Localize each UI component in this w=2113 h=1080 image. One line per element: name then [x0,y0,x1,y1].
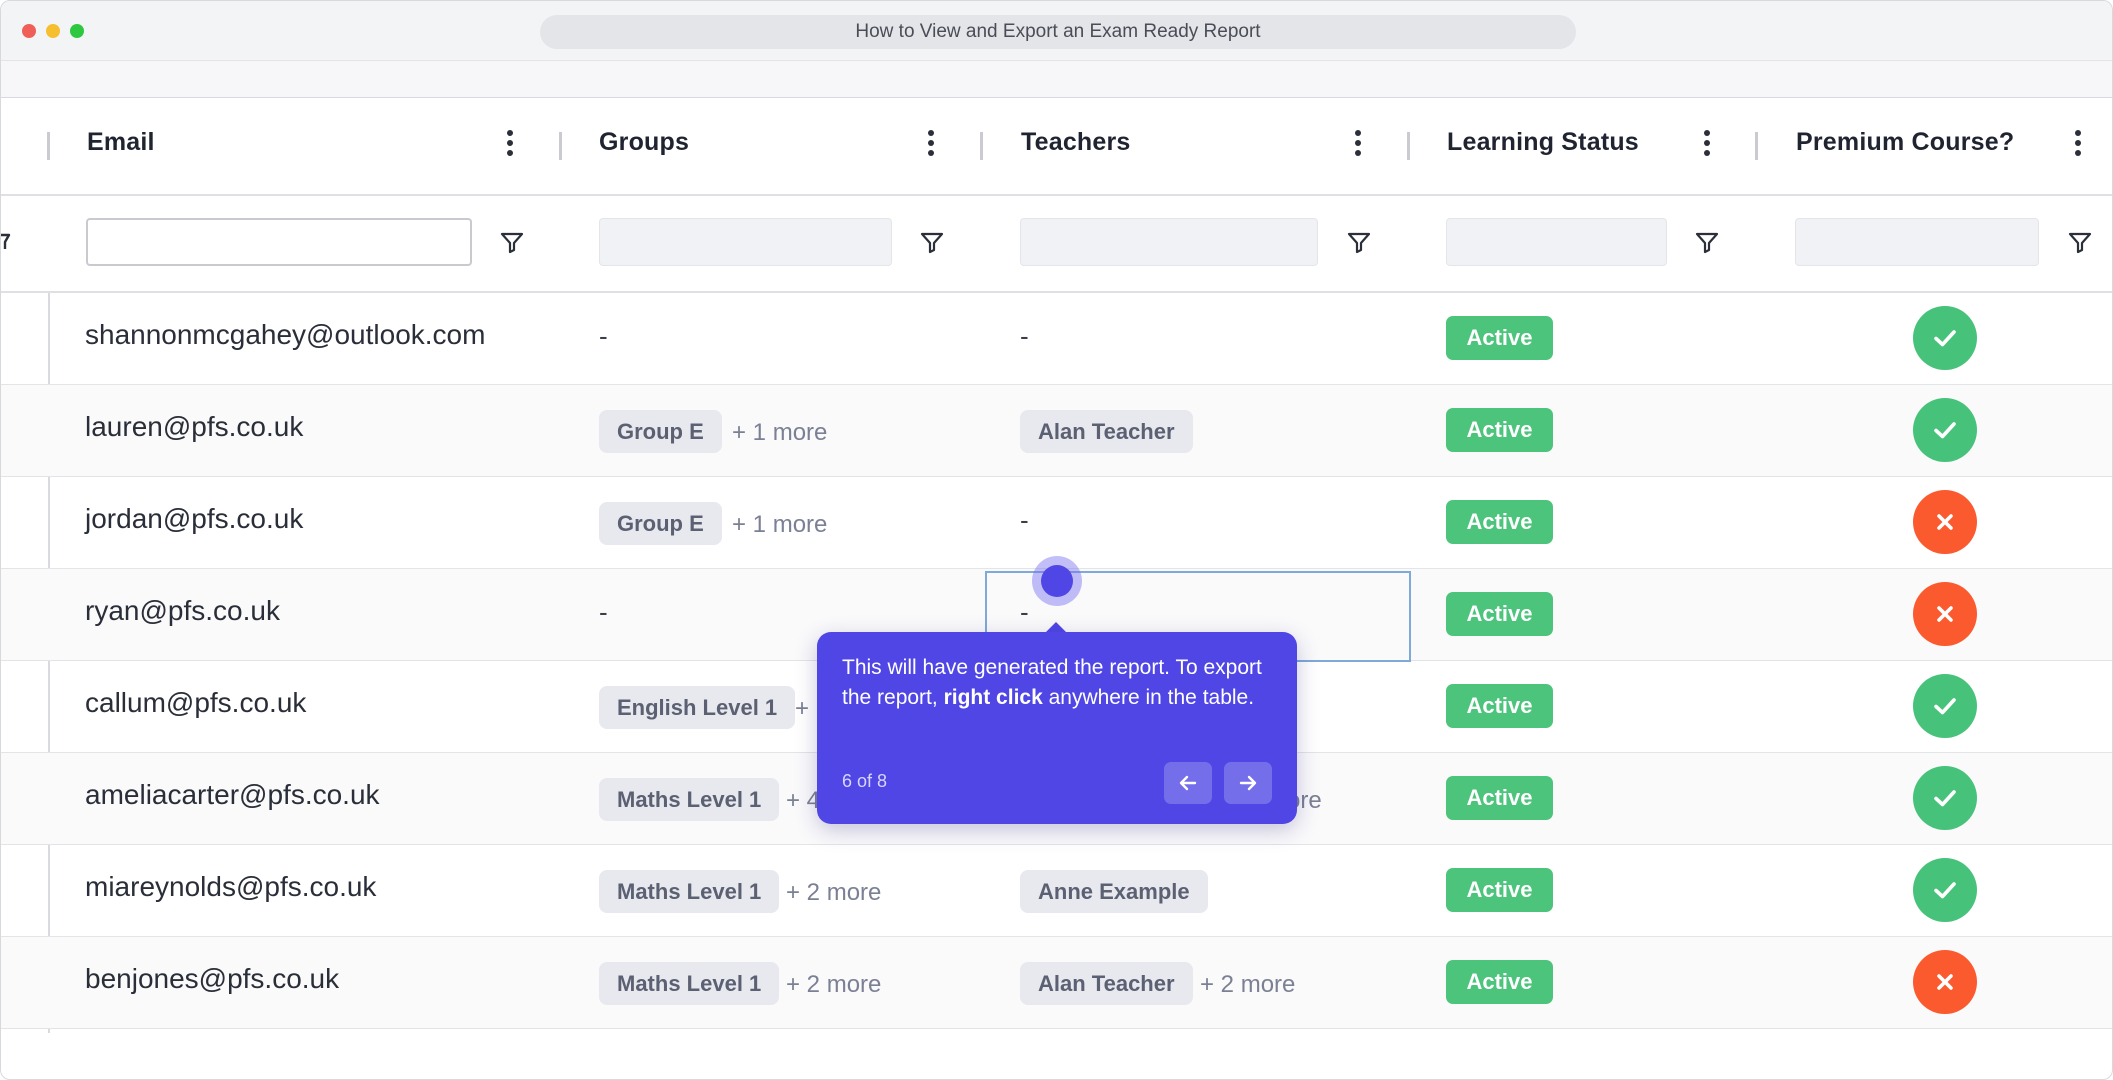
status-badge: Active [1446,960,1553,1004]
column-header-email[interactable]: Email [87,128,155,157]
tooltip-previous-button[interactable] [1164,762,1212,804]
premium-yes-icon [1913,674,1977,738]
arrow-left-icon [1179,775,1197,791]
email-cell: jordan@pfs.co.uk [85,503,304,534]
table-row[interactable]: benjones@pfs.co.uk Maths Level 1 + 2 mor… [1,937,2112,1029]
table-filter-row [1,196,2112,293]
teachers-cell-empty: - [1020,321,1029,351]
learning-status-filter-input[interactable] [1446,218,1667,266]
column-resize-handle[interactable] [1407,132,1410,160]
column-resize-handle[interactable] [980,132,983,160]
teachers-filter-input[interactable] [1020,218,1318,266]
email-cell: ameliacarter@pfs.co.uk [85,779,380,810]
table-row[interactable]: shannonmcgahey@outlook.com - - Active [1,293,2112,385]
email-cell: callum@pfs.co.uk [85,687,307,718]
close-window-button[interactable] [22,24,36,38]
status-badge: Active [1446,316,1553,360]
premium-no-icon [1913,950,1977,1014]
browser-window: How to View and Export an Exam Ready Rep… [0,0,2113,1080]
premium-no-icon [1913,490,1977,554]
column-header-learning-status[interactable]: Learning Status [1447,128,1639,157]
column-resize-handle[interactable] [47,132,50,160]
groups-cell-empty: - [599,321,608,351]
column-header-premium-course[interactable]: Premium Course? [1796,128,2014,157]
table-row[interactable]: lauren@pfs.co.uk Group E + 1 more Alan T… [1,385,2112,477]
status-badge: Active [1446,868,1553,912]
groups-more-link[interactable]: + 2 more [786,879,881,907]
column-header-groups[interactable]: Groups [599,128,689,157]
arrow-right-icon [1239,775,1257,791]
teachers-more-link[interactable]: + 2 more [1200,971,1295,999]
teacher-chip: Alan Teacher [1020,410,1193,453]
premium-course-filter-input[interactable] [1795,218,2039,266]
group-chip: Maths Level 1 [599,778,780,821]
email-cell: shannonmcgahey@outlook.com [85,319,486,350]
premium-yes-icon [1913,398,1977,462]
hotspot-beacon[interactable] [1041,565,1073,597]
premium-course-column-menu-icon[interactable] [2074,130,2082,156]
learning-status-column-menu-icon[interactable] [1703,130,1711,156]
email-cell: ryan@pfs.co.uk [85,595,280,626]
status-badge: Active [1446,592,1553,636]
group-chip: Maths Level 1 [599,962,780,1005]
table-header-row: Email Groups Teachers Learning Status Pr… [1,98,2112,196]
column-resize-handle[interactable] [559,132,562,160]
groups-cell-empty: - [599,597,608,627]
group-chip: Group E [599,410,722,453]
group-chip: Maths Level 1 [599,870,780,913]
email-filter-input[interactable] [86,218,472,266]
column-resize-handle[interactable] [1755,132,1758,160]
tooltip-message: This will have generated the report. To … [842,656,1262,709]
teachers-cell-empty: - [1020,505,1029,535]
toolbar-strip [1,61,2112,98]
premium-course-filter-icon[interactable] [2067,229,2093,255]
status-badge: Active [1446,408,1553,452]
status-badge: Active [1446,684,1553,728]
maximize-window-button[interactable] [70,24,84,38]
table-row[interactable]: miareynolds@pfs.co.uk Maths Level 1 + 2 … [1,845,2112,937]
email-cell: benjones@pfs.co.uk [85,963,340,994]
walkthrough-tooltip: This will have generated the report. To … [817,632,1297,824]
groups-more-link[interactable]: + 1 more [732,511,827,539]
teacher-chip: Alan Teacher [1020,962,1193,1005]
premium-yes-icon [1913,858,1977,922]
groups-more-link[interactable]: + 1 more [732,419,827,447]
email-cell: lauren@pfs.co.uk [85,411,304,442]
premium-yes-icon [1913,766,1977,830]
window-title: How to View and Export an Exam Ready Rep… [540,15,1576,49]
minimize-window-button[interactable] [46,24,60,38]
title-bar: How to View and Export an Exam Ready Rep… [1,1,2112,61]
groups-filter-icon[interactable] [919,229,945,255]
groups-more-link[interactable]: + 4 [786,787,820,815]
teacher-chip: Anne Example [1020,870,1208,913]
email-filter-icon[interactable] [499,229,525,255]
groups-more-link[interactable]: + 2 more [786,971,881,999]
groups-column-menu-icon[interactable] [927,130,935,156]
tooltip-step-counter: 6 of 8 [842,771,888,791]
group-chip: Group E [599,502,722,545]
filter-icon[interactable] [1,229,11,255]
group-chip: English Level 1 [599,686,796,729]
email-cell: miareynolds@pfs.co.uk [85,871,377,902]
premium-no-icon [1913,582,1977,646]
teachers-column-menu-icon[interactable] [1354,130,1362,156]
column-header-teachers[interactable]: Teachers [1021,128,1131,157]
groups-filter-input[interactable] [599,218,892,266]
tooltip-next-button[interactable] [1224,762,1272,804]
teachers-filter-icon[interactable] [1346,229,1372,255]
status-badge: Active [1446,500,1553,544]
learning-status-filter-icon[interactable] [1694,229,1720,255]
groups-more-link[interactable]: + [795,695,809,723]
premium-yes-icon [1913,306,1977,370]
status-badge: Active [1446,776,1553,820]
email-column-menu-icon[interactable] [506,130,514,156]
